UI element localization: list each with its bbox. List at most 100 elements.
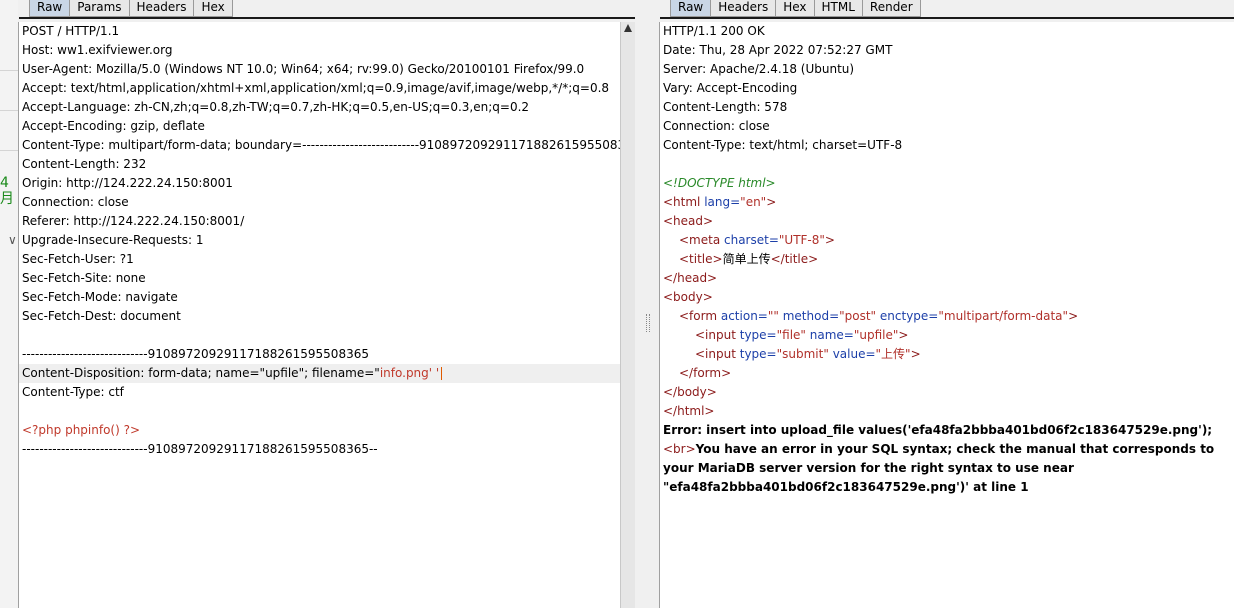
attr-token: name=: [805, 328, 854, 342]
request-line: -----------------------------91089720929…: [22, 442, 378, 456]
value-token: "post": [839, 309, 877, 323]
pane-splitter[interactable]: [635, 0, 659, 608]
request-line: Origin: http://124.222.24.150:8001: [22, 176, 233, 190]
request-line-blank: [19, 402, 620, 421]
tab-request-params[interactable]: Params: [69, 0, 130, 17]
request-editor[interactable]: POST / HTTP/1.1 Host: ww1.exifviewer.org…: [18, 22, 620, 608]
attr-token: type=: [739, 347, 777, 361]
response-viewer[interactable]: HTTP/1.1 200 OK Date: Thu, 28 Apr 2022 0…: [659, 22, 1234, 608]
scroll-up-icon[interactable]: [624, 24, 632, 32]
request-line: [19, 326, 620, 345]
value-token: "submit": [776, 347, 829, 361]
response-line: HTTP/1.1 200 OK: [663, 24, 765, 38]
error-text: Error: insert into upload_file values('e…: [663, 423, 1213, 437]
chevron-down-icon[interactable]: ∨: [8, 233, 17, 247]
disposition-filename: info.png' ': [379, 366, 440, 380]
input-submit-line: <input type="submit" value="上传">: [660, 345, 1234, 364]
request-tab-bar: Raw Params Headers Hex: [29, 0, 233, 17]
head-close-line: </head>: [663, 271, 718, 285]
tab-response-render[interactable]: Render: [861, 0, 921, 17]
tag-token: >: [910, 347, 921, 361]
request-line: Referer: http://124.222.24.150:8001/: [22, 214, 245, 228]
request-line: Sec-Fetch-Mode: navigate: [22, 290, 178, 304]
html-doctype: <!DOCTYPE html>: [663, 176, 776, 190]
gutter-divider: [0, 110, 18, 111]
error-text: You have an error in your SQL syntax; ch…: [663, 442, 1215, 494]
response-tab-rule: [660, 17, 1234, 19]
tag-token: >: [766, 195, 777, 209]
tab-response-headers[interactable]: Headers: [710, 0, 777, 17]
tag-token: <form: [679, 309, 721, 323]
response-line: Content-Type: text/html; charset=UTF-8: [663, 138, 903, 152]
title-line: <title>简单上传</title>: [660, 250, 1234, 269]
value-token: "file": [776, 328, 806, 342]
response-line: Connection: close: [663, 119, 770, 133]
tag-token: >: [1068, 309, 1079, 323]
attr-token: value=: [828, 347, 876, 361]
request-line: -----------------------------91089720929…: [22, 347, 369, 361]
tab-request-headers[interactable]: Headers: [128, 0, 195, 17]
request-line: Sec-Fetch-Site: none: [22, 271, 146, 285]
tag-token: <input: [695, 328, 740, 342]
tab-response-raw[interactable]: Raw: [670, 0, 712, 17]
value-token: "en": [740, 195, 767, 209]
request-line: Upgrade-Insecure-Requests: 1: [22, 233, 204, 247]
value-token: "UTF-8": [778, 233, 825, 247]
head-open-line: <head>: [663, 214, 714, 228]
request-line: Content-Type: ctf: [22, 385, 124, 399]
request-line: Accept: text/html,application/xhtml+xml,…: [22, 81, 610, 95]
request-line: POST / HTTP/1.1: [22, 24, 120, 38]
response-line: Server: Apache/2.4.18 (Ubuntu): [663, 62, 855, 76]
value-token: "": [767, 309, 779, 323]
sql-error-message: Error: insert into upload_file values('e…: [660, 421, 1228, 497]
gutter-text-fragment: 4月: [0, 175, 14, 207]
attr-token: charset=: [724, 233, 779, 247]
input-file-line: <input type="file" name="upfile">: [660, 326, 1234, 345]
gutter-divider: [0, 70, 18, 71]
request-line: Content-Length: 232: [22, 157, 147, 171]
disposition-prefix: Content-Disposition: form-data; name="up…: [22, 366, 380, 380]
tag-token: <title>: [679, 252, 723, 266]
splitter-grip-icon[interactable]: [646, 314, 650, 332]
tab-request-raw[interactable]: Raw: [29, 0, 71, 17]
tag-token: <html: [663, 195, 705, 209]
request-line: Sec-Fetch-Dest: document: [22, 309, 181, 323]
tag-token: <input: [695, 347, 740, 361]
value-token: "multipart/form-data": [938, 309, 1069, 323]
request-line: User-Agent: Mozilla/5.0 (Windows NT 10.0…: [22, 62, 585, 76]
response-line: Vary: Accept-Encoding: [663, 81, 798, 95]
request-line: Host: ww1.exifviewer.org: [22, 43, 173, 57]
form-close-line: </form>: [679, 366, 732, 380]
tag-token: </title>: [770, 252, 819, 266]
request-line: Connection: close: [22, 195, 129, 209]
tag-token: >: [824, 233, 835, 247]
request-line-disposition: Content-Disposition: form-data; name="up…: [19, 364, 620, 383]
meta-line: <meta charset="UTF-8">: [660, 231, 1234, 250]
form-line: <form action="" method="post" enctype="m…: [660, 307, 1234, 326]
attr-token: method=: [778, 309, 840, 323]
tab-response-hex[interactable]: Hex: [775, 0, 815, 17]
response-line: Content-Length: 578: [663, 100, 788, 114]
html-close-line: </html>: [663, 404, 715, 418]
attr-token: type=: [739, 328, 777, 342]
request-line: Sec-Fetch-User: ?1: [22, 252, 134, 266]
request-line: Accept-Language: zh-CN,zh;q=0.8,zh-TW;q=…: [22, 100, 530, 114]
tab-response-html[interactable]: HTML: [813, 0, 863, 17]
html-open-line: <html lang="en">: [660, 193, 1234, 212]
value-token: "upfile": [853, 328, 899, 342]
br-tag: <br>: [663, 442, 696, 456]
tab-request-hex[interactable]: Hex: [193, 0, 233, 17]
response-tab-bar: Raw Headers Hex HTML Render: [670, 0, 921, 17]
request-php-line: <?php phpinfo() ?>: [22, 423, 141, 437]
title-text: 简单上传: [722, 252, 771, 266]
response-line-blank: [660, 155, 1234, 174]
tag-token: >: [898, 328, 909, 342]
body-close-line: </body>: [663, 385, 717, 399]
request-scrollbar[interactable]: [620, 22, 635, 608]
request-line: Accept-Encoding: gzip, deflate: [22, 119, 205, 133]
tag-token: <meta: [679, 233, 724, 247]
left-gutter: 4月 ∨: [0, 0, 18, 608]
body-open-line: <body>: [663, 290, 713, 304]
gutter-divider: [0, 150, 18, 151]
request-tab-rule: [19, 17, 635, 19]
